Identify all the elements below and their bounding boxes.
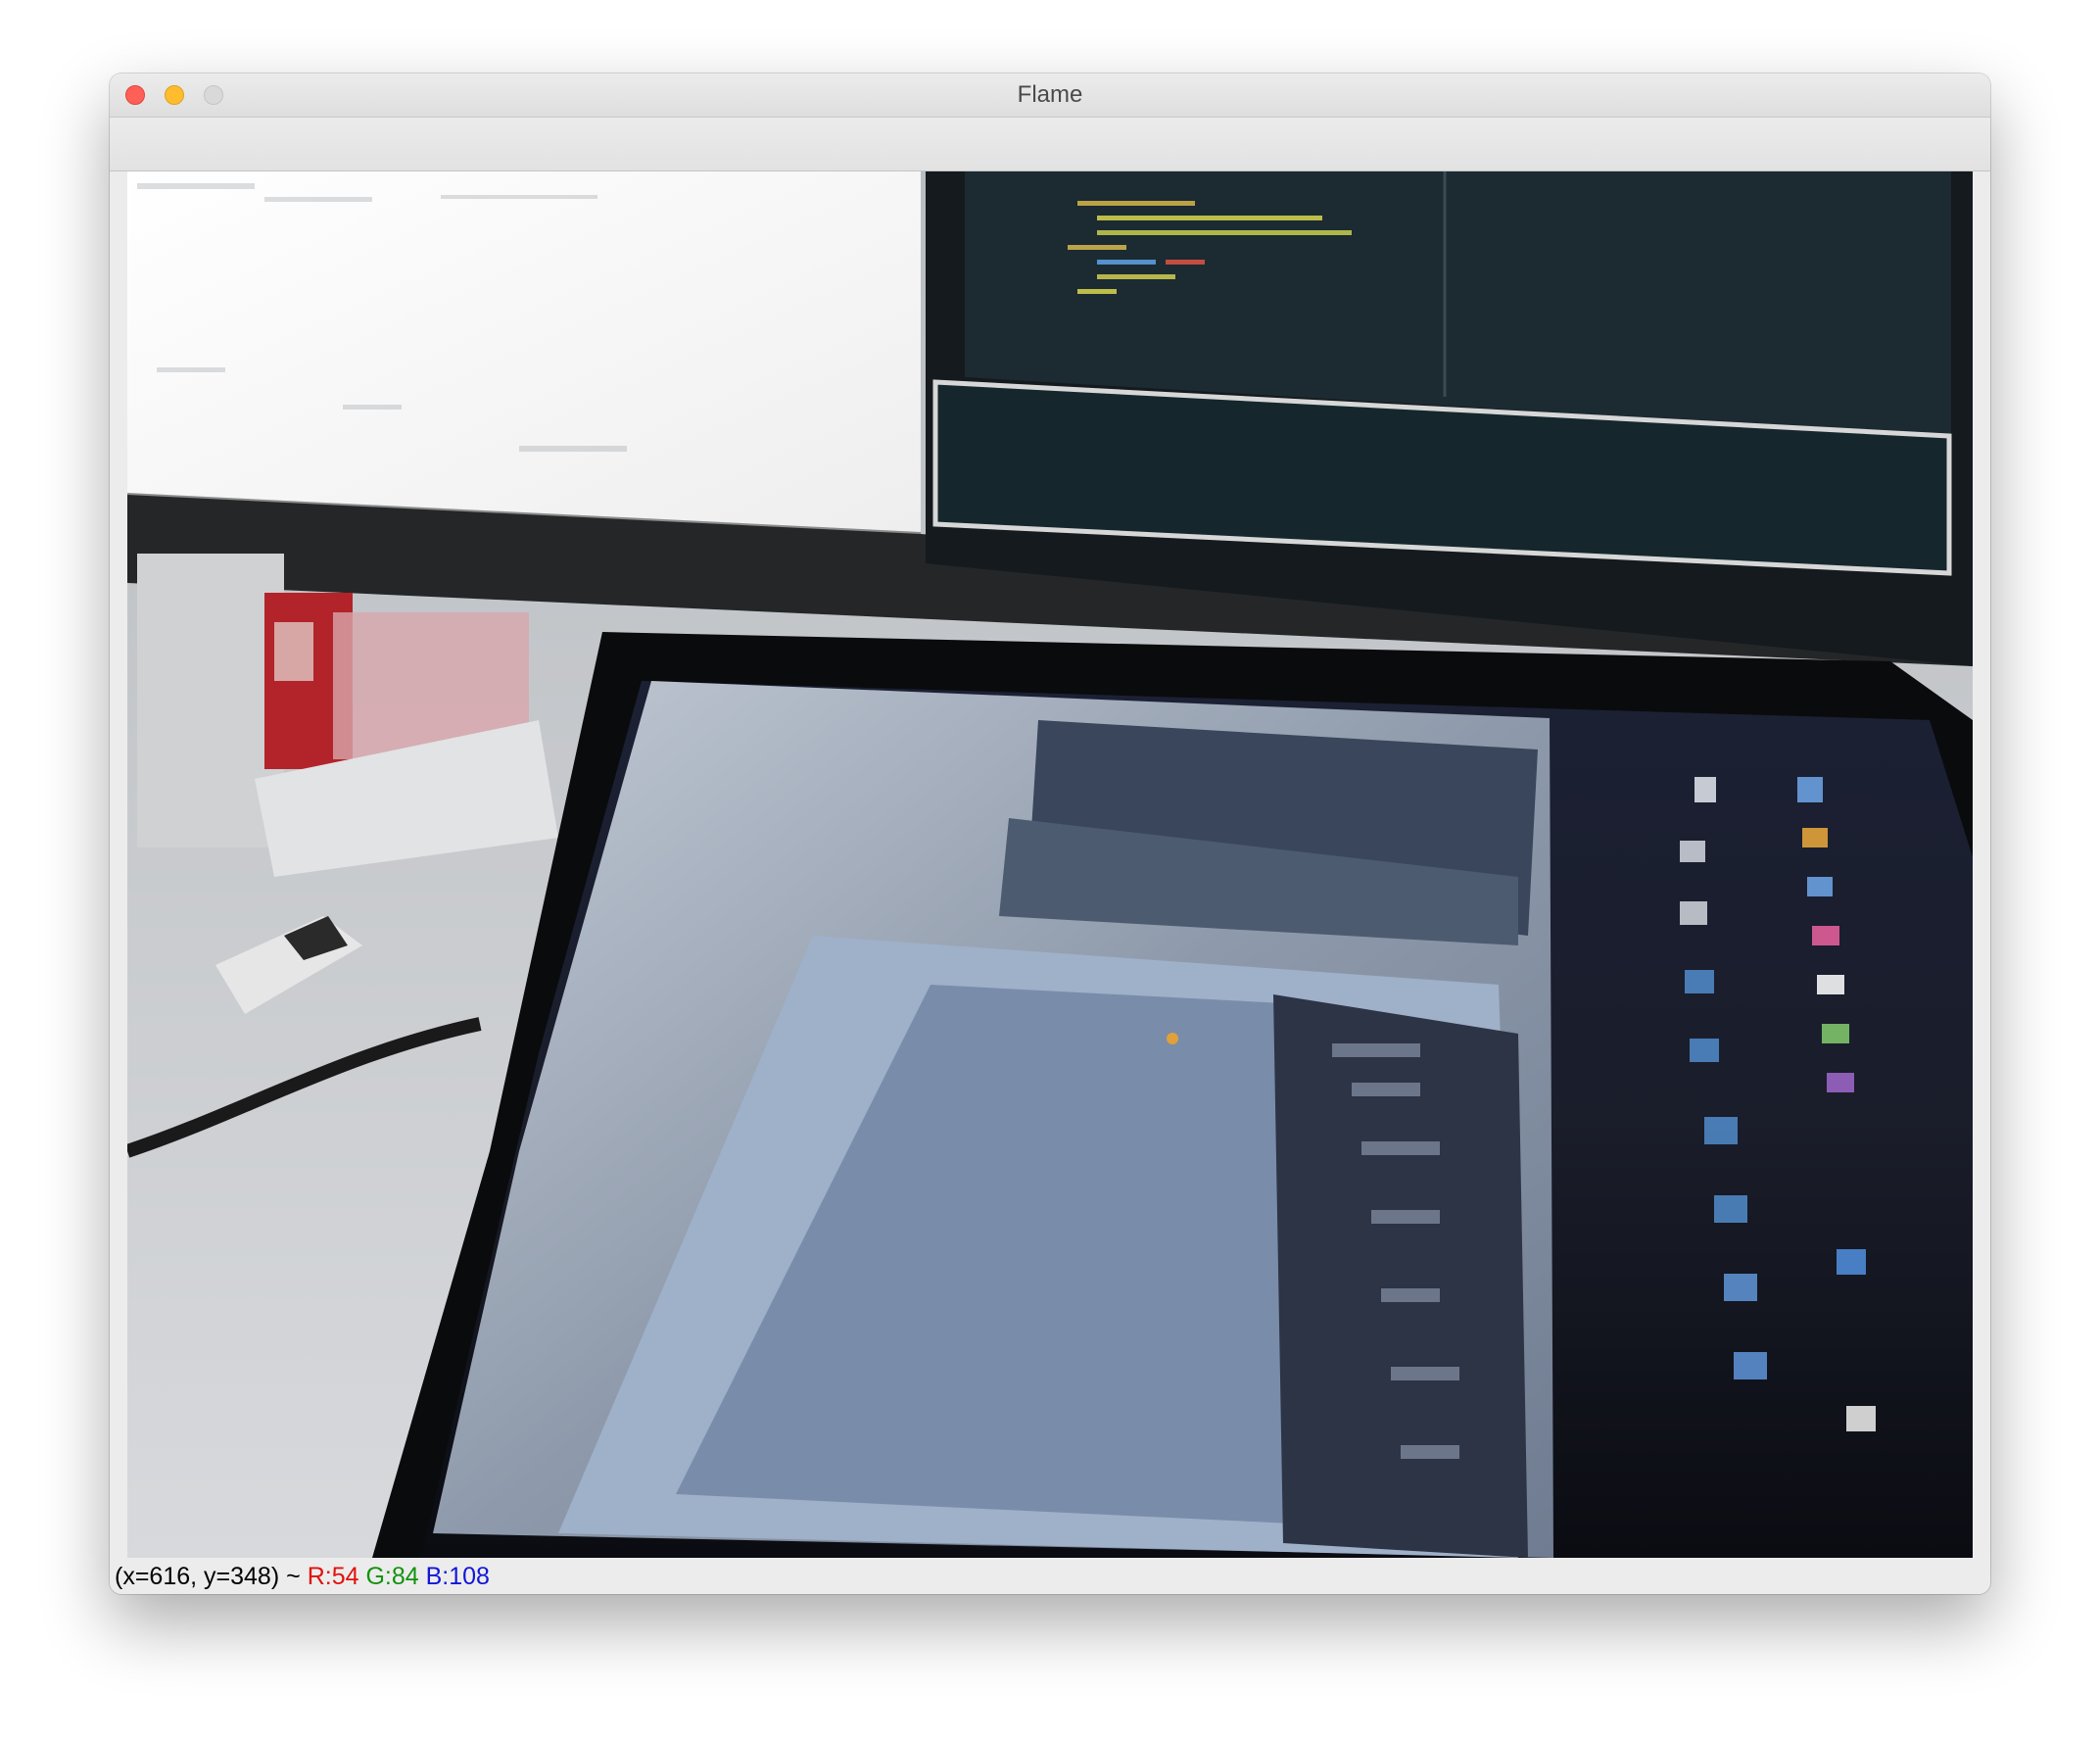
titlebar[interactable]: Flame bbox=[110, 73, 1990, 118]
blue-value: B:108 bbox=[425, 1563, 490, 1590]
flame-window: Flame (x=616, y=348) ~ R:54 G:84 B:108 bbox=[110, 73, 1990, 1594]
left-monitor-screen bbox=[127, 171, 921, 534]
camera-frame-image bbox=[127, 171, 1973, 1558]
camera-frame-view[interactable] bbox=[127, 171, 1973, 1558]
separator: ~ bbox=[286, 1563, 301, 1590]
cursor-coordinates: (x=616, y=348) bbox=[115, 1563, 280, 1590]
window-title: Flame bbox=[1017, 81, 1083, 108]
red-value: R:54 bbox=[307, 1563, 359, 1590]
toolbar bbox=[110, 118, 1990, 171]
pixel-info-statusbar: (x=616, y=348) ~ R:54 G:84 B:108 bbox=[110, 1559, 1990, 1594]
green-value: G:84 bbox=[365, 1563, 419, 1590]
